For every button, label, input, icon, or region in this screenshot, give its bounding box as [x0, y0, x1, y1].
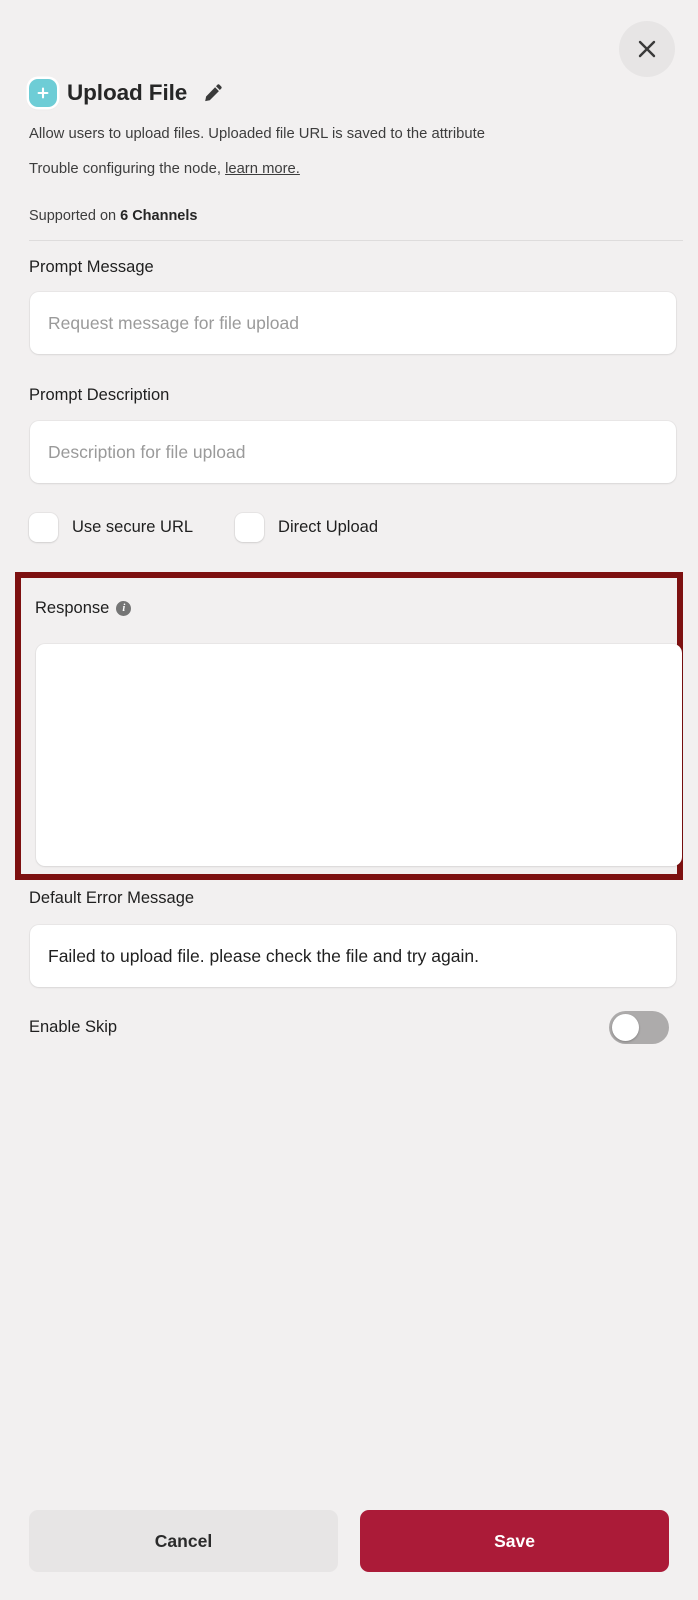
dialog-footer: Cancel Save [0, 1482, 698, 1600]
supported-channels-prefix: Supported on [29, 208, 121, 224]
info-icon[interactable]: i [116, 600, 132, 616]
close-dialog-button[interactable] [619, 21, 675, 77]
dialog-header: Upload File Allow users to upload files.… [29, 76, 669, 223]
description-line-1: Allow users to upload files. Uploaded fi… [29, 126, 485, 142]
plus-square-icon [29, 79, 57, 107]
response-textarea[interactable] [36, 644, 682, 866]
save-button[interactable]: Save [360, 1510, 669, 1572]
supported-channels: Supported on 6 Channels [29, 209, 197, 224]
header-divider [29, 240, 683, 241]
learn-more-link[interactable]: learn more. [225, 161, 300, 177]
upload-options-row: Use secure URL Direct Upload [29, 512, 378, 542]
enable-skip-label: Enable Skip [29, 1017, 118, 1036]
enable-skip-toggle[interactable] [609, 1010, 669, 1044]
response-label: Response [35, 599, 110, 617]
response-label-row: Response i [35, 599, 132, 617]
description-line-2: Trouble configuring the node, learn more… [29, 162, 300, 177]
enable-skip-row: Enable Skip [29, 1010, 669, 1044]
prompt-message-label: Prompt Message [29, 258, 154, 276]
response-section-highlight: Response i [15, 572, 683, 880]
direct-upload-label: Direct Upload [278, 517, 379, 536]
direct-upload-checkbox[interactable]: Direct Upload [235, 512, 379, 542]
prompt-description-input[interactable] [30, 421, 676, 483]
default-error-message-input[interactable] [30, 925, 676, 987]
prompt-description-label: Prompt Description [29, 386, 170, 404]
checkbox-box-icon [235, 512, 265, 542]
description-line-2-text: Trouble configuring the node, [29, 161, 226, 177]
toggle-knob [612, 1013, 639, 1041]
close-icon [635, 37, 659, 61]
checkbox-box-icon [29, 512, 58, 542]
default-error-message-label: Default Error Message [29, 889, 195, 907]
prompt-message-input[interactable] [30, 292, 676, 354]
pencil-icon[interactable] [203, 83, 223, 103]
supported-channels-value: 6 Channels [120, 208, 198, 224]
use-secure-url-checkbox[interactable]: Use secure URL [29, 512, 194, 542]
cancel-button[interactable]: Cancel [29, 1510, 338, 1572]
use-secure-url-label: Use secure URL [72, 517, 194, 536]
page-title: Upload File [67, 79, 188, 105]
title-row: Upload File [29, 76, 669, 110]
